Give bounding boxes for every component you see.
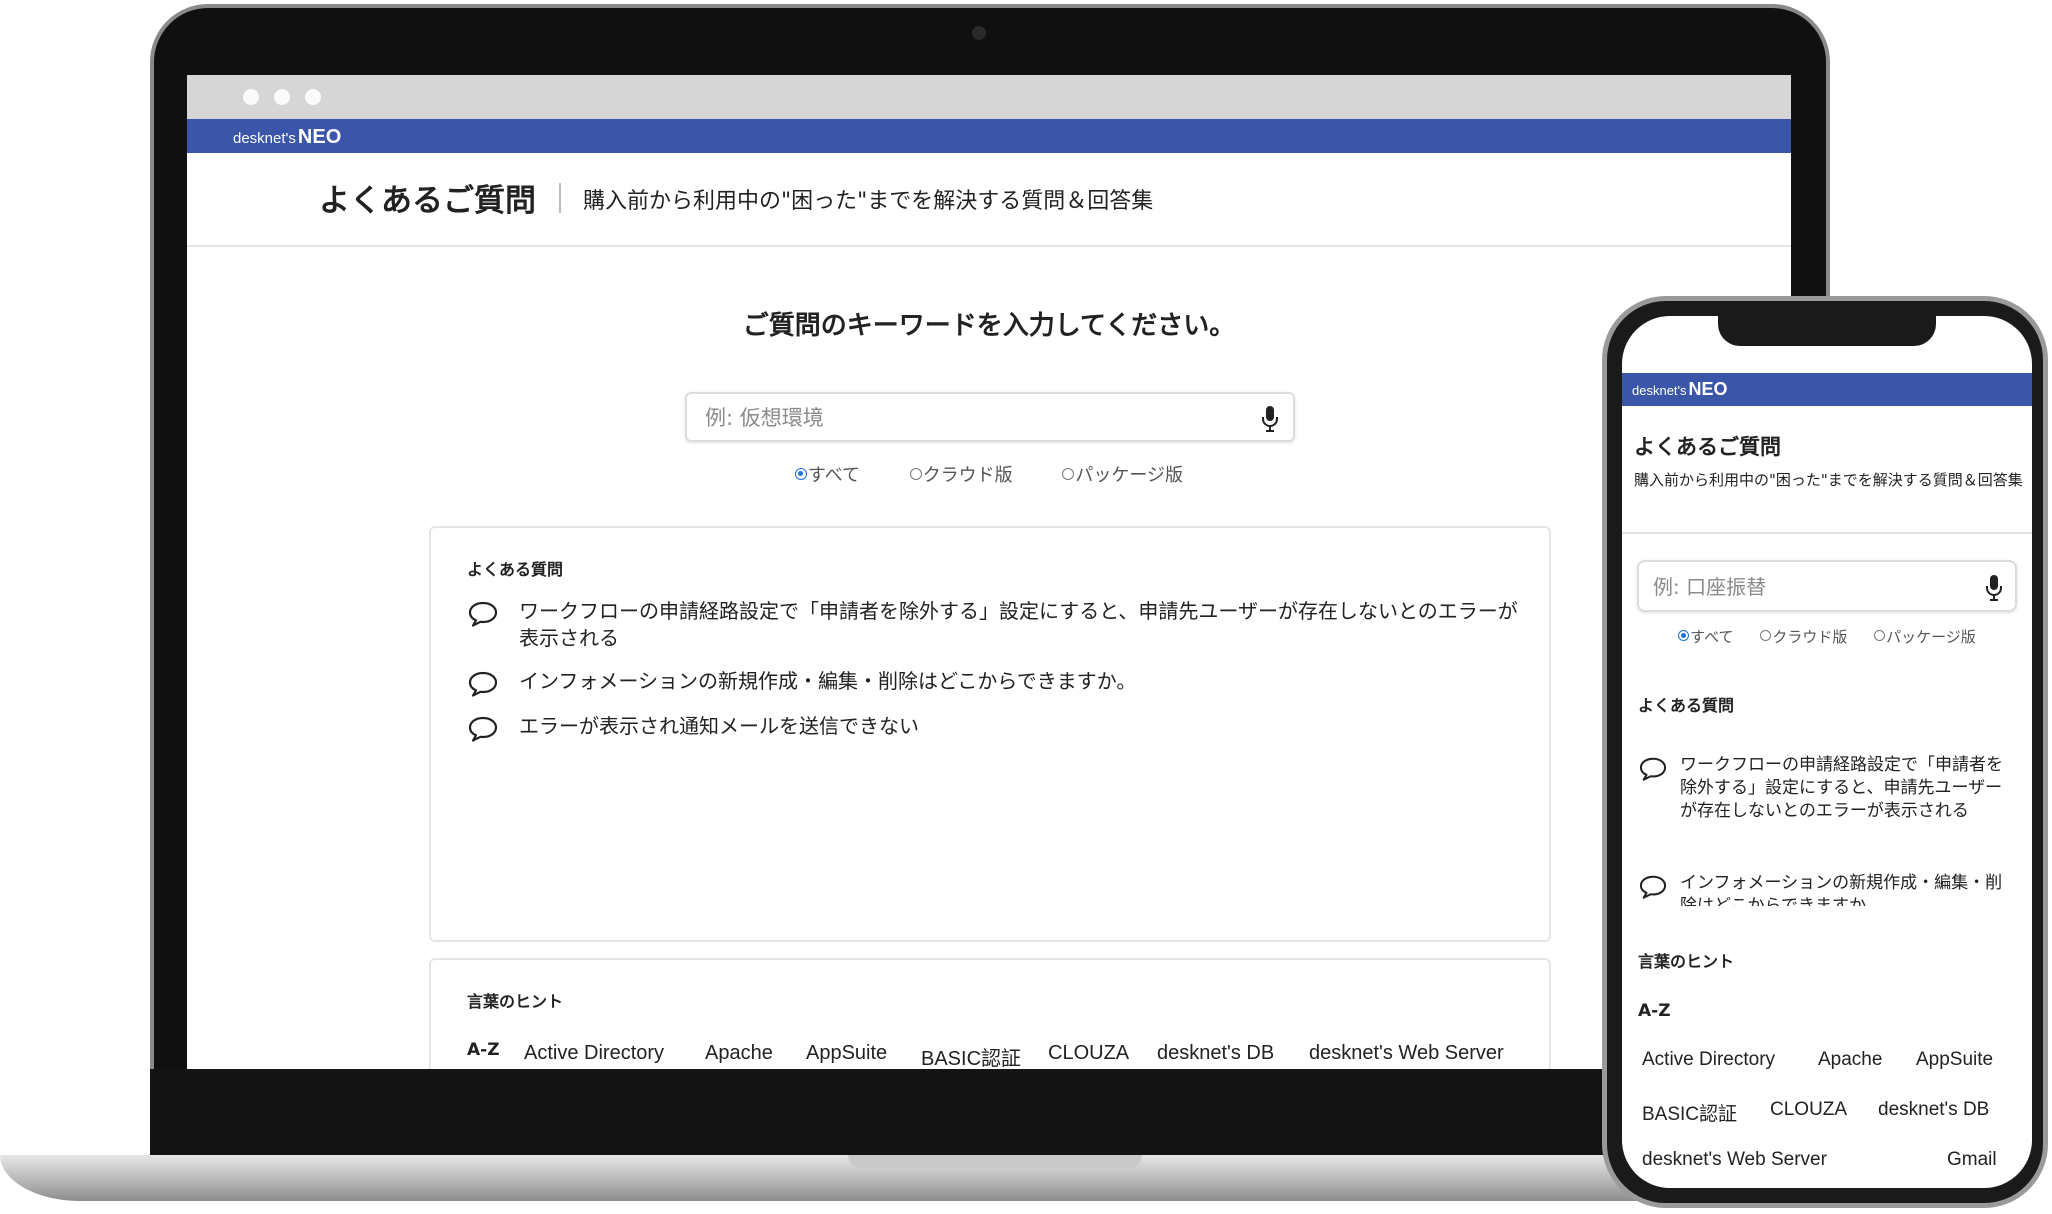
faq-item[interactable]: インフォメーションの新規作成・編集・削除はどこからできますか。 — [1638, 872, 2018, 906]
hint-keyword[interactable]: desknet's Web Server — [1309, 1042, 1504, 1065]
hint-keyword[interactable]: CLOUZA — [1770, 1099, 1847, 1121]
faq-item[interactable]: ワークフローの申請経路設定で「申請者を除外する」設定にすると、申請先ユーザーが存… — [1638, 754, 2018, 850]
hint-group-label: A-Z — [1638, 1001, 1671, 1021]
header-divider — [559, 183, 561, 213]
phone-notch — [1718, 316, 1936, 346]
hint-keyword[interactable]: AppSuite — [806, 1042, 887, 1065]
faq-section-title: よくある質問 — [1638, 696, 1735, 715]
faq-question[interactable]: ワークフローの申請経路設定で「申請者を除外する」設定にすると、申請先ユーザーが存… — [519, 598, 1519, 652]
brand-bar: desknet's NEO — [187, 119, 1791, 153]
filter-package[interactable]: パッケージ版 — [1062, 461, 1183, 487]
hints-card-title: 言葉のヒント — [467, 992, 564, 1011]
radio-icon[interactable] — [1760, 630, 1772, 641]
filter-label: すべて — [1690, 628, 1734, 646]
hint-keyword[interactable]: desknet's Web Server — [1642, 1149, 1827, 1171]
hints-card: 言葉のヒント A-Z Active Directory Apache AppSu… — [429, 958, 1551, 1069]
speech-bubble-icon — [468, 716, 498, 742]
search-input[interactable] — [1651, 573, 1955, 601]
faq-item[interactable]: インフォメーションの新規作成・編集・削除はどこからできますか。 — [467, 668, 1517, 698]
window-maximize-button[interactable] — [305, 89, 321, 105]
hints-section-title: 言葉のヒント — [1638, 952, 1735, 971]
radio-icon[interactable] — [909, 468, 922, 480]
filter-label: すべて — [807, 465, 860, 486]
header-divider — [1622, 532, 2032, 534]
radio-selected-icon[interactable] — [1678, 630, 1690, 641]
filter-label: パッケージ版 — [1886, 628, 1976, 646]
faq-question[interactable]: ワークフローの申請経路設定で「申請者を除外する」設定にすると、申請先ユーザーが存… — [1680, 754, 2014, 823]
faq-card-title: よくある質問 — [467, 560, 564, 579]
hint-keyword[interactable]: CLOUZA — [1048, 1042, 1129, 1065]
search-prompt: ご質問のキーワードを入力してください。 — [742, 311, 1236, 341]
search-box — [685, 392, 1295, 442]
brand-logo-product: NEO — [1688, 379, 1728, 399]
speech-bubble-icon — [468, 671, 498, 697]
page-subtitle: 購入前から利用中の"困った"までを解決する質問＆回答集 — [583, 189, 1154, 214]
radio-icon[interactable] — [1874, 630, 1886, 641]
filter-label: クラウド版 — [1772, 628, 1848, 646]
hint-keyword[interactable]: BASIC認証 — [1642, 1099, 1737, 1126]
brand-bar: desknet's NEO — [1622, 373, 2032, 406]
page-header: よくあるご質問 購入前から利用中の"困った"までを解決する質問＆回答集 — [187, 153, 1791, 247]
faq-question[interactable]: インフォメーションの新規作成・編集・削除はどこからできますか。 — [1680, 872, 2014, 906]
faq-question[interactable]: インフォメーションの新規作成・編集・削除はどこからできますか。 — [519, 668, 1519, 695]
brand-logo-text: desknet's — [233, 130, 296, 147]
camera-icon — [972, 26, 986, 40]
brand-logo[interactable]: desknet's NEO — [233, 126, 341, 149]
window-close-button[interactable] — [243, 89, 259, 105]
filter-label: クラウド版 — [922, 465, 1013, 486]
faq-list: ワークフローの申請経路設定で「申請者を除外する」設定にすると、申請先ユーザーが存… — [1622, 726, 2032, 906]
hint-keyword[interactable]: desknet's DB — [1157, 1042, 1274, 1065]
filter-label: パッケージ版 — [1075, 465, 1184, 486]
speech-bubble-icon — [468, 601, 498, 627]
faq-card: よくある質問 ワークフローの申請経路設定で「申請者を除外する」設定にすると、申請… — [429, 526, 1551, 942]
filter-package[interactable]: パッケージ版 — [1874, 626, 1976, 647]
laptop-bezel-bottom — [150, 1069, 1830, 1155]
hint-keyword[interactable]: Apache — [705, 1042, 773, 1065]
faq-item[interactable]: エラーが表示され通知メールを送信できない — [467, 713, 1517, 743]
filter-cloud[interactable]: クラウド版 — [909, 461, 1013, 487]
radio-selected-icon[interactable] — [794, 468, 807, 480]
search-input[interactable] — [703, 403, 1227, 433]
filter-all[interactable]: すべて — [794, 461, 860, 487]
window-minimize-button[interactable] — [274, 89, 290, 105]
laptop-notch — [848, 1155, 1142, 1169]
hint-keyword[interactable]: Apache — [1818, 1049, 1882, 1071]
hint-keyword[interactable]: Active Directory — [1642, 1049, 1775, 1071]
hint-keyword[interactable]: desknet's DB — [1878, 1099, 1989, 1121]
browser-chrome — [187, 75, 1791, 119]
hint-keyword[interactable]: BASIC認証 — [921, 1042, 1021, 1069]
edition-filter: すべて クラウド版 パッケージ版 — [1622, 626, 2032, 647]
phone-screen: desknet's NEO よくあるご質問 購入前から利用中の"困った"までを解決… — [1622, 316, 2032, 1188]
filter-all[interactable]: すべて — [1678, 626, 1734, 647]
page-title: よくあるご質問 — [1634, 435, 1781, 459]
search-box — [1637, 560, 2017, 612]
hint-group-label: A-Z — [467, 1040, 500, 1060]
brand-logo-text: desknet's — [1632, 383, 1687, 398]
hint-keyword[interactable]: Active Directory — [524, 1042, 664, 1065]
microphone-icon[interactable] — [1985, 574, 2003, 602]
speech-bubble-icon — [1639, 757, 1667, 781]
filter-cloud[interactable]: クラウド版 — [1760, 626, 1847, 647]
brand-logo[interactable]: desknet's NEO — [1632, 379, 1728, 400]
page-subtitle: 購入前から利用中の"困った"までを解決する質問＆回答集 — [1634, 471, 2023, 489]
brand-logo-product: NEO — [297, 126, 342, 148]
laptop-screen: desknet's NEO よくあるご質問 購入前から利用中の"困った"までを解決… — [187, 75, 1791, 1069]
speech-bubble-icon — [1639, 875, 1667, 899]
faq-question[interactable]: エラーが表示され通知メールを送信できない — [519, 713, 1519, 740]
hint-keyword[interactable]: AppSuite — [1916, 1049, 1993, 1071]
radio-icon[interactable] — [1062, 468, 1075, 480]
microphone-icon[interactable] — [1261, 405, 1279, 433]
page-title: よくあるご質問 — [319, 183, 536, 219]
faq-item[interactable]: ワークフローの申請経路設定で「申請者を除外する」設定にすると、申請先ユーザーが存… — [467, 598, 1519, 652]
hint-keyword[interactable]: Gmail — [1947, 1149, 1997, 1171]
edition-filter: すべて クラウド版 パッケージ版 — [187, 461, 1791, 487]
